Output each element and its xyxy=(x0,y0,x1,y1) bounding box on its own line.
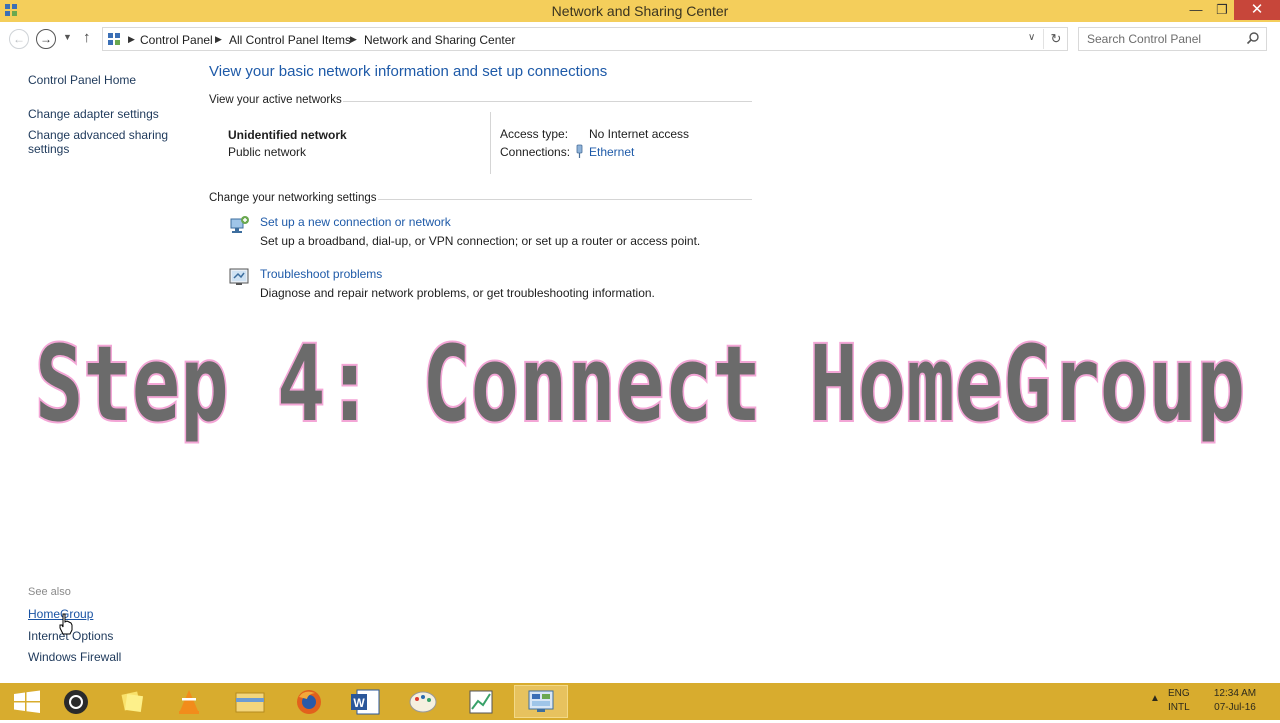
firefox-icon xyxy=(297,690,321,714)
sidebar-item-label: Change advanced sharing xyxy=(28,128,169,142)
network-category[interactable]: Public network xyxy=(228,145,306,159)
control-panel-icon xyxy=(108,33,120,45)
back-button[interactable]: ← xyxy=(9,29,29,49)
chevron-down-icon[interactable]: ∨ xyxy=(1028,32,1035,43)
breadcrumb-control-panel[interactable]: Control Panel xyxy=(140,33,213,47)
show-hidden-icons-button[interactable]: ▲ xyxy=(1150,693,1160,704)
taskbar-word[interactable]: W xyxy=(339,685,393,718)
vlc-icon xyxy=(179,690,199,714)
access-type-label: Access type: xyxy=(500,127,569,141)
clock-date: 07-Jul-16 xyxy=(1214,702,1256,713)
taskbar-sticky-notes[interactable] xyxy=(108,685,162,718)
language-code: ENG xyxy=(1168,688,1190,699)
see-also-heading: See also xyxy=(28,586,71,598)
taskbar-file-explorer[interactable] xyxy=(224,685,278,718)
forward-button[interactable]: → xyxy=(36,29,56,49)
language-indicator[interactable]: ENG INTL xyxy=(1168,687,1190,715)
sidebar-item-windows-firewall[interactable]: Windows Firewall xyxy=(28,650,121,664)
section-divider xyxy=(343,101,752,102)
troubleshoot-link[interactable]: Troubleshoot problems xyxy=(260,267,382,281)
obs-icon xyxy=(64,690,88,714)
step-caption-overlay: Step 4: Connect HomeGroup xyxy=(33,330,1247,447)
minimize-button[interactable]: — xyxy=(1183,0,1209,20)
navigation-bar: ← → ▼ ↑ ▶ Control Panel ▶ All Control Pa… xyxy=(0,22,1280,56)
setup-connection-description: Set up a broadband, dial-up, or VPN conn… xyxy=(260,234,701,248)
chart-app-icon xyxy=(469,690,493,714)
ethernet-icon xyxy=(576,144,583,158)
search-icon[interactable] xyxy=(1246,31,1260,45)
taskbar-firefox[interactable] xyxy=(282,685,336,718)
taskbar-paint[interactable] xyxy=(396,685,450,718)
search-input[interactable] xyxy=(1085,31,1239,47)
hand-cursor-icon xyxy=(59,613,73,635)
refresh-button[interactable]: ↻ xyxy=(1043,29,1068,49)
step-caption-text: Step 4: Connect HomeGroup xyxy=(35,330,1245,445)
network-name: Unidentified network xyxy=(228,128,347,142)
breadcrumb-network-sharing[interactable]: Network and Sharing Center xyxy=(364,33,515,47)
vertical-divider xyxy=(490,112,491,174)
control-panel-icon xyxy=(528,690,554,712)
taskbar-chart-app[interactable] xyxy=(454,685,508,718)
title-bar: Network and Sharing Center — ❐ ✕ xyxy=(0,0,1280,22)
active-networks-heading: View your active networks xyxy=(209,94,342,106)
taskbar-obs[interactable] xyxy=(54,685,108,718)
up-button[interactable]: ↑ xyxy=(83,29,91,46)
connections-label: Connections: xyxy=(500,145,571,159)
sidebar-item-control-panel-home[interactable]: Control Panel Home xyxy=(28,73,136,87)
setup-connection-link[interactable]: Set up a new connection or network xyxy=(260,215,451,229)
search-box[interactable] xyxy=(1078,27,1267,51)
window-title: Network and Sharing Center xyxy=(551,3,729,19)
breadcrumb-separator[interactable]: ▶ xyxy=(350,34,357,45)
breadcrumb-separator[interactable]: ▶ xyxy=(128,34,135,45)
troubleshoot-description: Diagnose and repair network problems, or… xyxy=(260,286,655,300)
system-clock[interactable]: 12:34 AM 07-Jul-16 xyxy=(1205,687,1265,715)
paint-palette-icon xyxy=(409,691,437,713)
recent-locations-button[interactable]: ▼ xyxy=(63,32,72,42)
close-button[interactable]: ✕ xyxy=(1234,0,1280,20)
sticky-notes-icon xyxy=(121,691,144,713)
word-icon: W xyxy=(351,689,380,715)
networking-settings-heading: Change your networking settings xyxy=(209,192,377,204)
sidebar-item-change-adapter[interactable]: Change adapter settings xyxy=(28,107,159,121)
address-bar[interactable]: ▶ Control Panel ▶ All Control Panel Item… xyxy=(102,27,1068,51)
keyboard-layout: INTL xyxy=(1168,702,1190,713)
taskbar: W ▲ ENG INTL 12:34 AM 07-Jul-16 xyxy=(0,683,1280,720)
ethernet-link[interactable]: Ethernet xyxy=(589,145,634,159)
taskbar-vlc[interactable] xyxy=(162,685,216,718)
taskbar-control-panel[interactable] xyxy=(514,685,568,718)
sidebar-item-label: settings xyxy=(28,142,70,156)
new-connection-icon xyxy=(230,216,249,233)
breadcrumb-separator[interactable]: ▶ xyxy=(215,34,222,45)
breadcrumb-all-items[interactable]: All Control Panel Items xyxy=(229,33,351,47)
sidebar-item-advanced-sharing[interactable]: Change advanced sharing settings xyxy=(28,128,168,156)
windows-logo-icon xyxy=(14,690,40,713)
maximize-button[interactable]: ❐ xyxy=(1209,0,1235,20)
page-title: View your basic network information and … xyxy=(209,63,608,80)
folder-icon xyxy=(235,692,265,713)
svg-text:W: W xyxy=(353,696,365,710)
section-divider xyxy=(378,199,752,200)
access-type-value: No Internet access xyxy=(589,127,690,141)
clock-time: 12:34 AM xyxy=(1213,688,1257,699)
troubleshoot-icon xyxy=(229,268,249,285)
start-button[interactable] xyxy=(0,685,54,718)
